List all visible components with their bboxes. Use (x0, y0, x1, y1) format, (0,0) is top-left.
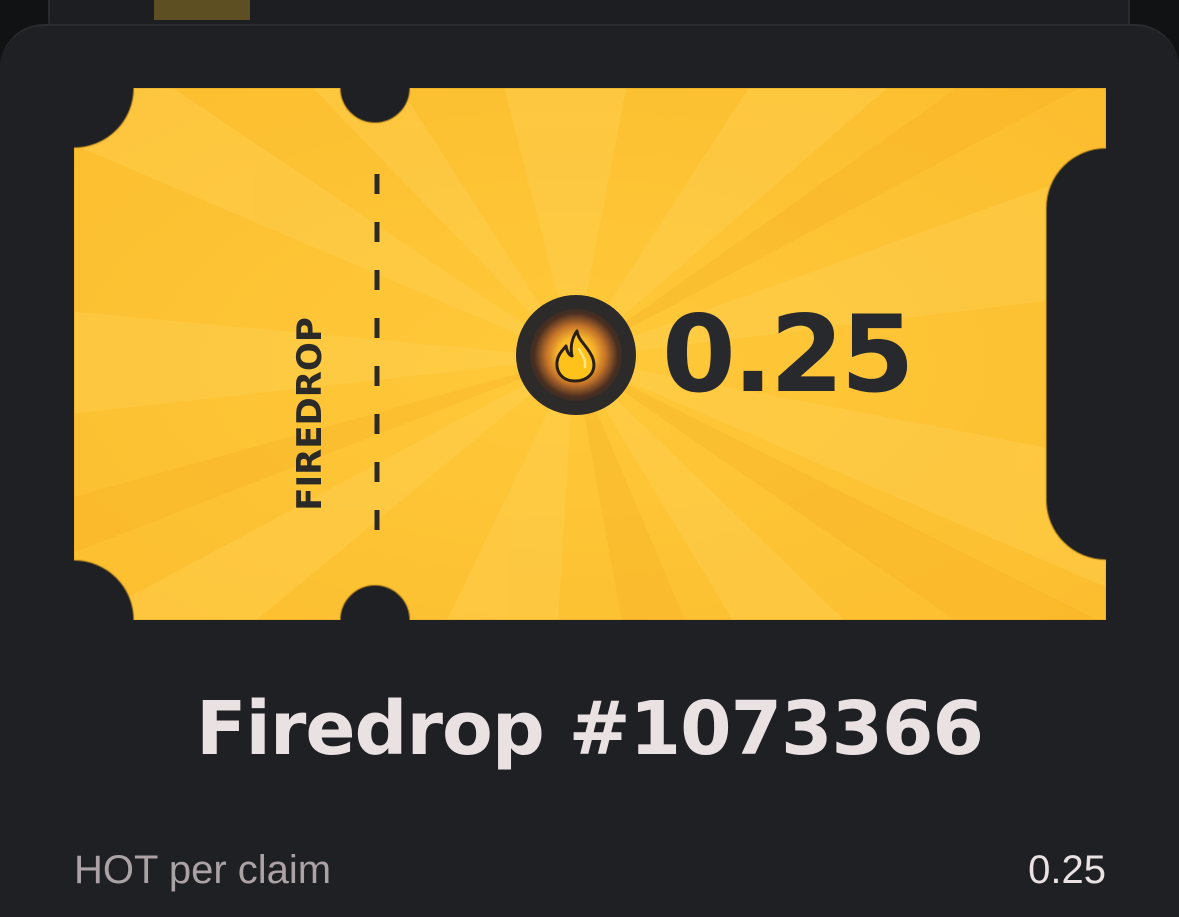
firedrop-sheet: FIREDROP 0.25 Firedrop #1073366 HOT per … (0, 24, 1179, 917)
detail-label: HOT per claim (74, 847, 332, 892)
firedrop-title: Firedrop #1073366 (195, 686, 984, 772)
hot-coin-icon (516, 295, 636, 415)
ticket-stub-label: FIREDROP (290, 317, 330, 511)
detail-value: 0.25 (1028, 847, 1106, 892)
ticket-amount-group: 0.25 (516, 293, 915, 416)
flame-icon (555, 329, 596, 383)
background-card-avatar (154, 0, 250, 20)
firedrop-ticket: FIREDROP 0.25 (74, 88, 1106, 620)
detail-row-hot-per-claim: HOT per claim 0.25 (74, 844, 1106, 896)
ticket-amount: 0.25 (662, 293, 915, 416)
